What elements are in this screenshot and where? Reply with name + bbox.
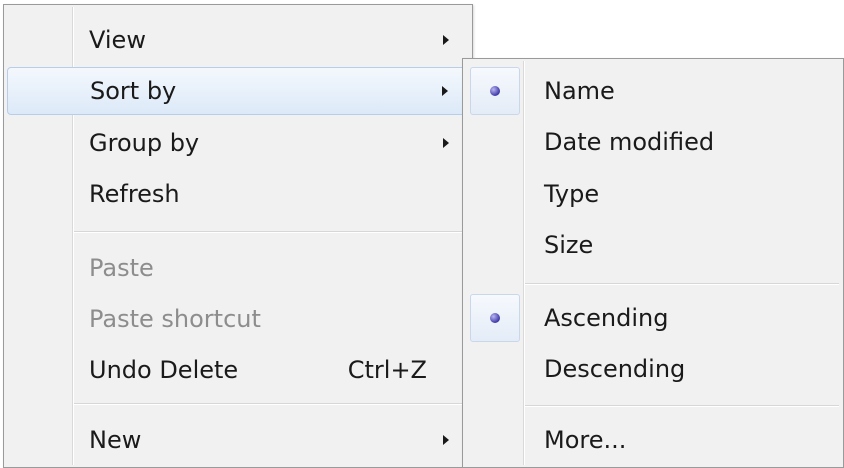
menu-separator — [525, 283, 839, 285]
menu-item-label: More... — [544, 426, 627, 454]
menu-item-paste-shortcut: Paste shortcut — [7, 295, 469, 343]
submenu-arrow-icon — [443, 435, 449, 445]
menu-item-label: Paste shortcut — [89, 305, 261, 333]
sort-option-descending[interactable]: Descending — [466, 345, 840, 393]
menu-item-label: View — [89, 26, 146, 54]
submenu-arrow-icon — [443, 138, 449, 148]
submenu-arrow-icon — [443, 35, 449, 45]
menu-item-undo-delete[interactable]: Undo Delete Ctrl+Z — [7, 346, 469, 394]
menu-item-new[interactable]: New — [7, 416, 469, 464]
menu-item-view[interactable]: View — [7, 16, 469, 64]
menu-item-paste: Paste — [7, 244, 469, 292]
menu-item-sort-by[interactable]: Sort by — [7, 67, 469, 115]
sort-option-more[interactable]: More... — [466, 416, 840, 464]
menu-item-label: Ascending — [544, 304, 669, 332]
sort-option-size[interactable]: Size — [466, 221, 840, 269]
menu-separator — [74, 403, 468, 405]
keyboard-shortcut: Ctrl+Z — [347, 356, 427, 384]
menu-item-label: New — [89, 426, 142, 454]
menu-separator — [74, 231, 468, 233]
radio-selected-icon — [470, 294, 520, 342]
sort-option-date-modified[interactable]: Date modified — [466, 118, 840, 166]
menu-item-refresh[interactable]: Refresh — [7, 170, 469, 218]
context-menu: View Sort by Group by Refresh Paste Past… — [3, 4, 473, 468]
menu-item-label: Undo Delete — [89, 356, 239, 384]
radio-selected-icon — [470, 67, 520, 115]
sort-option-ascending[interactable]: Ascending — [466, 294, 840, 342]
menu-item-label: Date modified — [544, 128, 715, 156]
menu-item-label: Size — [544, 231, 594, 259]
sort-option-name[interactable]: Name — [466, 67, 840, 115]
menu-item-label: Name — [544, 77, 615, 105]
menu-separator — [525, 405, 839, 407]
menu-item-group-by[interactable]: Group by — [7, 119, 469, 167]
menu-item-label: Descending — [544, 355, 686, 383]
menu-item-label: Group by — [89, 129, 200, 157]
menu-item-label: Sort by — [90, 77, 177, 105]
menu-item-label: Refresh — [89, 180, 180, 208]
menu-item-label: Type — [544, 180, 600, 208]
sort-by-submenu: Name Date modified Type Size Ascending D… — [462, 58, 844, 468]
sort-option-type[interactable]: Type — [466, 170, 840, 218]
menu-item-label: Paste — [89, 254, 154, 282]
submenu-arrow-icon — [442, 86, 448, 96]
